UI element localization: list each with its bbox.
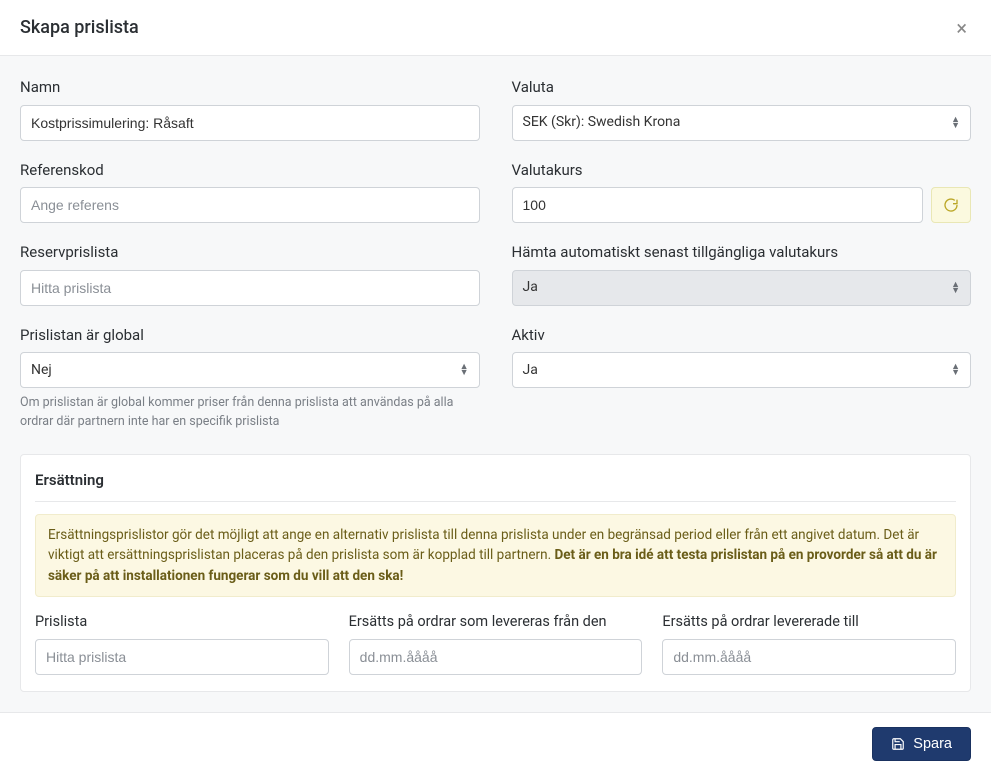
select-active[interactable]: Ja ▲▼ (512, 352, 972, 388)
chevron-updown-icon: ▲▼ (951, 117, 960, 129)
label-global: Prislistan är global (20, 324, 480, 347)
field-reference: Referenskod (20, 159, 480, 224)
section-title-replacement: Ersättning (35, 469, 956, 492)
save-icon (891, 737, 905, 751)
input-exchange-rate (512, 187, 924, 223)
close-button[interactable]: × (952, 18, 971, 38)
label-currency: Valuta (512, 76, 972, 99)
field-exchange-rate: Valutakurs (512, 159, 972, 224)
field-reserve-pricelist: Reservprislista (20, 241, 480, 306)
field-global: Prislistan är global Nej ▲▼ Om prislista… (20, 324, 480, 432)
help-global: Om prislistan är global kommer priser fr… (20, 394, 460, 432)
field-rep-pricelist: Prislista (35, 611, 329, 675)
label-rep-pricelist: Prislista (35, 611, 329, 633)
info-replacement: Ersättningsprislistor gör det möjligt at… (35, 514, 956, 597)
select-value-currency: SEK (Skr): Swedish Krona (523, 112, 681, 133)
select-value-active: Ja (523, 360, 538, 381)
input-reserve[interactable] (20, 270, 480, 306)
input-rep-from[interactable] (349, 639, 643, 675)
label-auto-fetch: Hämta automatiskt senast tillgängliga va… (512, 241, 972, 264)
label-reference: Referenskod (20, 159, 480, 182)
label-name: Namn (20, 76, 480, 99)
chevron-updown-icon: ▲▼ (460, 364, 469, 376)
select-value-global: Nej (31, 360, 52, 381)
label-rep-from: Ersätts på ordrar som levereras från den (349, 611, 643, 633)
save-button[interactable]: Spara (872, 727, 971, 761)
field-active: Aktiv Ja ▲▼ (512, 324, 972, 389)
label-exchange-rate: Valutakurs (512, 159, 972, 182)
select-auto-fetch: Ja ▲▼ (512, 270, 972, 306)
modal-create-pricelist: Skapa prislista × Namn Valuta SEK (Skr):… (0, 0, 991, 775)
replacement-grid: Prislista Ersätts på ordrar som leverera… (35, 611, 956, 675)
field-auto-fetch: Hämta automatiskt senast tillgängliga va… (512, 241, 972, 306)
input-rep-to[interactable] (662, 639, 956, 675)
field-rep-from: Ersätts på ordrar som levereras från den (349, 611, 643, 675)
chevron-updown-icon: ▲▼ (951, 364, 960, 376)
select-value-auto-fetch: Ja (523, 277, 538, 298)
select-global[interactable]: Nej ▲▼ (20, 352, 480, 388)
field-currency: Valuta SEK (Skr): Swedish Krona ▲▼ (512, 76, 972, 141)
modal-body: Namn Valuta SEK (Skr): Swedish Krona ▲▼ … (0, 56, 991, 712)
refresh-icon (943, 197, 959, 213)
modal-title: Skapa prislista (20, 14, 139, 41)
modal-footer: Spara (0, 712, 991, 775)
modal-header: Skapa prislista × (0, 0, 991, 56)
input-reference[interactable] (20, 187, 480, 223)
input-name[interactable] (20, 105, 480, 141)
form-grid: Namn Valuta SEK (Skr): Swedish Krona ▲▼ … (20, 76, 971, 432)
save-button-label: Spara (913, 736, 952, 752)
label-rep-to: Ersätts på ordrar levererade till (662, 611, 956, 633)
label-reserve: Reservprislista (20, 241, 480, 264)
label-active: Aktiv (512, 324, 972, 347)
chevron-updown-icon: ▲▼ (951, 282, 960, 294)
section-replacement: Ersättning Ersättningsprislistor gör det… (20, 454, 971, 692)
select-currency[interactable]: SEK (Skr): Swedish Krona ▲▼ (512, 105, 972, 141)
divider (35, 501, 956, 502)
field-name: Namn (20, 76, 480, 141)
input-rep-pricelist[interactable] (35, 639, 329, 675)
field-rep-to: Ersätts på ordrar levererade till (662, 611, 956, 675)
refresh-rate-button[interactable] (931, 187, 971, 223)
